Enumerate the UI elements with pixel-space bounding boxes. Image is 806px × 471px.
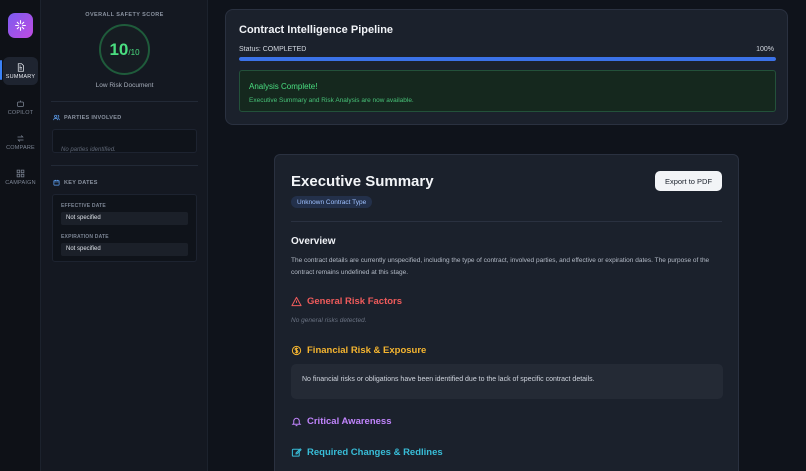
divider [51, 101, 198, 102]
nav-compare-label: COMPARE [6, 144, 35, 151]
bell-icon [291, 417, 302, 427]
general-risk-heading: General Risk Factors [291, 296, 402, 307]
nav-campaign-label: CAMPAIGN [5, 179, 36, 186]
export-pdf-button[interactable]: Export to PDF [655, 171, 722, 191]
pipeline-percent: 100% [756, 46, 774, 53]
financial-risk-heading: Financial Risk & Exposure [291, 345, 426, 356]
critical-awareness-title: Critical Awareness [307, 416, 392, 427]
key-dates-header: KEY DATES [53, 179, 98, 186]
grid-icon [16, 169, 25, 177]
progress-bar [239, 57, 776, 61]
parties-empty: No parties identified. [61, 147, 116, 153]
overview-heading: Overview [291, 236, 336, 247]
general-risk-empty: No general risks detected. [291, 317, 367, 324]
safety-score-ring: 10 /10 [99, 24, 150, 75]
safety-score-value: 10 [109, 40, 129, 59]
safety-score-max: /10 [128, 48, 140, 57]
nav-compare[interactable]: COMPARE [3, 128, 38, 156]
critical-awareness-heading: Critical Awareness [291, 416, 392, 427]
document-icon [17, 62, 24, 72]
nav-summary-label: SUMMARY [5, 73, 36, 80]
app-logo[interactable] [8, 13, 33, 38]
expiration-date-label: EXPIRATION DATE [61, 234, 109, 240]
main-content[interactable]: Contract Intelligence Pipeline Status: C… [208, 0, 806, 471]
warning-triangle-icon [291, 296, 302, 307]
analysis-complete-notice: Analysis Complete! Executive Summary and… [239, 70, 776, 112]
users-icon [53, 114, 60, 121]
expiration-date-value: Not specified [61, 243, 188, 256]
sparkle-icon [15, 20, 26, 31]
dollar-circle-icon [291, 345, 302, 356]
required-changes-title: Required Changes & Redlines [307, 447, 443, 458]
pipeline-card: Contract Intelligence Pipeline Status: C… [225, 9, 788, 125]
general-risk-title: General Risk Factors [307, 296, 403, 307]
nav-copilot-label: COPILOT [7, 109, 34, 116]
nav-summary[interactable]: SUMMARY [3, 57, 38, 85]
edit-icon [291, 448, 302, 457]
parties-box: No parties identified. [52, 129, 197, 153]
effective-date-value: Not specified [61, 212, 188, 225]
score-title: OVERALL SAFETY SCORE [85, 12, 164, 18]
required-changes-heading: Required Changes & Redlines [291, 447, 443, 458]
contract-type-badge: Unknown Contract Type [291, 196, 373, 208]
risk-level-label: Low Risk Document [95, 82, 154, 89]
calendar-icon [53, 179, 60, 186]
active-indicator [0, 60, 2, 80]
notice-title: Analysis Complete! [249, 82, 318, 91]
nav-rail: SUMMARY COPILOT COMPARE CAMPAIGN [0, 0, 41, 471]
parties-header: PARTIES INVOLVED [53, 114, 121, 121]
nav-campaign[interactable]: CAMPAIGN [3, 163, 38, 191]
nav-copilot[interactable]: COPILOT [3, 93, 38, 121]
key-dates-title: KEY DATES [64, 179, 98, 186]
effective-date-label: EFFECTIVE DATE [61, 203, 106, 209]
key-dates-box: EFFECTIVE DATE Not specified EXPIRATION … [52, 194, 197, 262]
progress-bar-fill [239, 57, 776, 61]
parties-title: PARTIES INVOLVED [64, 114, 122, 121]
pipeline-title: Contract Intelligence Pipeline [239, 24, 394, 36]
pipeline-status: Status: COMPLETED [239, 46, 307, 53]
financial-risk-box: No financial risks or obligations have b… [291, 364, 723, 399]
executive-summary-card: Executive Summary Export to PDF Unknown … [274, 154, 739, 471]
document-info-panel: OVERALL SAFETY SCORE 10 /10 Low Risk Doc… [41, 0, 208, 471]
summary-title: Executive Summary [291, 173, 434, 190]
divider [51, 165, 198, 166]
financial-risk-title: Financial Risk & Exposure [307, 345, 427, 356]
notice-text: Executive Summary and Risk Analysis are … [249, 97, 414, 104]
arrows-swap-icon [17, 134, 24, 142]
overview-text: The contract details are currently unspe… [291, 257, 710, 276]
robot-icon [17, 100, 24, 107]
divider [291, 221, 722, 222]
